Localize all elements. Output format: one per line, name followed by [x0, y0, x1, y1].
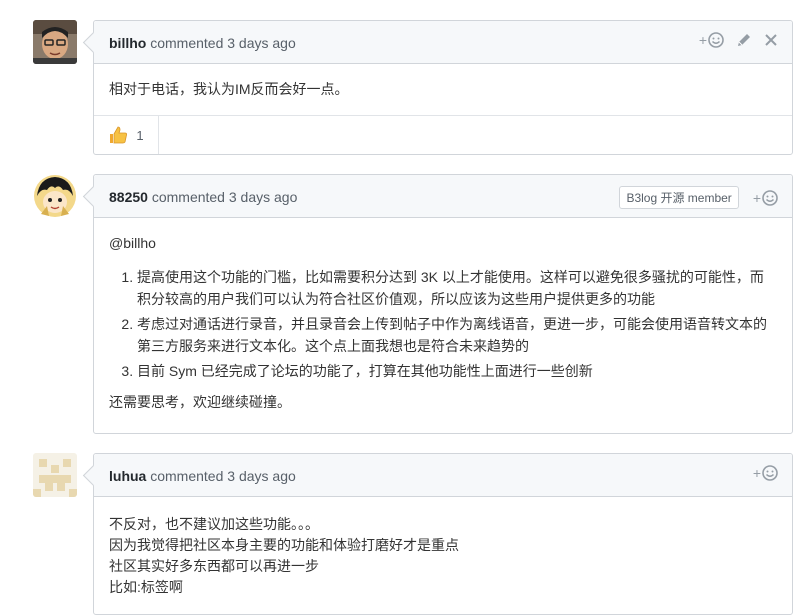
plus-label: +: [752, 465, 761, 481]
list-item: 目前 Sym 已经完成了论坛的功能了，打算在其他功能性上面进行一些创新: [137, 360, 777, 382]
add-reaction-button[interactable]: +: [753, 465, 778, 481]
comment-actions: +: [699, 32, 778, 48]
comment-author-line: luhua commented 3 days ago: [109, 468, 296, 484]
comment-timestamp[interactable]: commented 3 days ago: [150, 468, 296, 484]
comment-line: 比如:标签啊: [109, 579, 183, 595]
comment-header: 88250 commented 3 days ago B3log 开源 memb…: [94, 175, 792, 218]
comment-actions: +: [753, 465, 778, 481]
comment-body: 相对于电话，我认为IM反而会好一点。: [94, 64, 792, 115]
thumbs-up-icon: [110, 126, 128, 144]
pencil-icon[interactable]: [736, 32, 752, 48]
reactions-bar: 1: [94, 115, 792, 154]
member-badge: B3log 开源 member: [619, 186, 739, 209]
close-icon[interactable]: [764, 33, 778, 47]
user-mention[interactable]: @billho: [109, 233, 777, 254]
comment-text: 还需要思考，欢迎继续碰撞。: [109, 394, 291, 410]
add-reaction-button[interactable]: +: [753, 190, 778, 206]
comment-timestamp[interactable]: commented 3 days ago: [150, 35, 296, 51]
smiley-icon: [762, 189, 778, 206]
avatar-luhua[interactable]: [33, 453, 77, 497]
reaction-count: 1: [136, 127, 144, 143]
comment-header: luhua commented 3 days ago +: [94, 454, 792, 497]
comment-line: 社区其实好多东西都可以再进一步: [109, 558, 319, 574]
avatar-88250[interactable]: [33, 174, 77, 218]
reaction-thumbs-up[interactable]: 1: [94, 116, 159, 154]
comment-author-line: billho commented 3 days ago: [109, 35, 296, 51]
comment-card: luhua commented 3 days ago + 不反对，也不建议加这些…: [93, 453, 793, 615]
comment-author[interactable]: 88250: [109, 189, 148, 205]
comment-author-line: 88250 commented 3 days ago: [109, 189, 297, 205]
list-item: 考虑过对通话进行录音，并且录音会上传到帖子中作为离线语音，更进一步，可能会使用语…: [137, 313, 777, 357]
add-reaction-button[interactable]: +: [699, 32, 724, 48]
plus-label: +: [752, 189, 761, 206]
comment-card: billho commented 3 days ago + 相对于电话，我认为I…: [93, 20, 793, 155]
comment-author[interactable]: luhua: [109, 468, 146, 484]
comment-card: 88250 commented 3 days ago B3log 开源 memb…: [93, 174, 793, 434]
comment-text: 相对于电话，我认为IM反而会好一点。: [109, 81, 349, 97]
avatar-billho[interactable]: [33, 20, 77, 64]
comment-header: billho commented 3 days ago +: [94, 21, 792, 64]
comment-line: 因为我觉得把社区本身主要的功能和体验打磨好才是重点: [109, 537, 459, 553]
comment-body: 不反对，也不建议加这些功能。。。 因为我觉得把社区本身主要的功能和体验打磨好才是…: [94, 497, 792, 613]
comment-line: 不反对，也不建议加这些功能。。。: [109, 516, 319, 532]
numbered-list: 提高使用这个功能的门槛，比如需要积分达到 3K 以上才能使用。这样可以避免很多骚…: [109, 266, 777, 382]
comment-body: @billho 提高使用这个功能的门槛，比如需要积分达到 3K 以上才能使用。这…: [94, 218, 792, 428]
list-item: 提高使用这个功能的门槛，比如需要积分达到 3K 以上才能使用。这样可以避免很多骚…: [137, 266, 777, 310]
smiley-icon: [762, 465, 778, 481]
comment-actions: B3log 开源 member +: [619, 186, 778, 209]
smiley-icon: [708, 32, 724, 48]
comment-timestamp[interactable]: commented 3 days ago: [152, 189, 298, 205]
plus-label: +: [698, 32, 707, 48]
comment-author[interactable]: billho: [109, 35, 146, 51]
